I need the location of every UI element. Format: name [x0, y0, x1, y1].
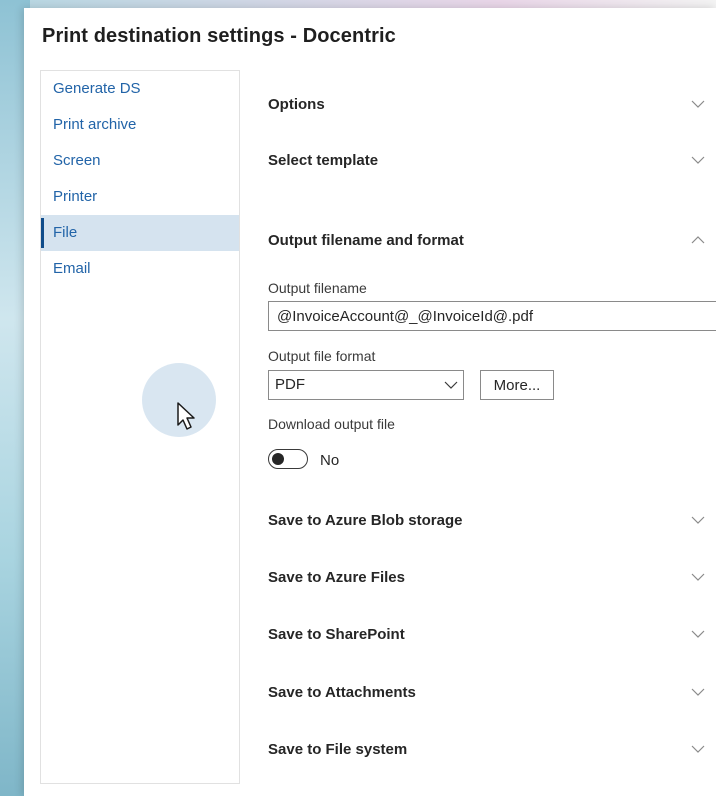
chevron-down-icon	[691, 745, 705, 753]
chevron-down-icon	[691, 688, 705, 696]
section-sharepoint-label: Save to SharePoint	[268, 625, 405, 643]
nav-item-print-archive[interactable]: Print archive	[41, 107, 239, 143]
section-output-filename-format[interactable]: Output filename and format	[268, 220, 716, 260]
chevron-down-icon	[691, 630, 705, 638]
chevron-down-icon	[691, 156, 705, 164]
output-format-value: PDF	[275, 376, 305, 393]
section-options-label: Options	[268, 95, 325, 113]
chevron-down-icon	[691, 100, 705, 108]
section-azure-files[interactable]: Save to Azure Files	[268, 557, 716, 597]
nav-item-file[interactable]: File	[41, 215, 239, 251]
output-filename-input[interactable]	[268, 301, 716, 331]
section-file-system[interactable]: Save to File system	[268, 729, 716, 769]
section-file-system-label: Save to File system	[268, 740, 408, 758]
output-filename-label: Output filename	[268, 280, 367, 296]
section-attachments[interactable]: Save to Attachments	[268, 672, 716, 712]
output-format-select[interactable]: PDF	[268, 370, 464, 400]
mouse-cursor-icon	[177, 402, 195, 430]
output-format-label: Output file format	[268, 348, 376, 364]
chevron-down-icon	[691, 516, 705, 524]
section-azure-blob[interactable]: Save to Azure Blob storage	[268, 500, 716, 540]
chevron-down-icon	[691, 573, 705, 581]
section-attachments-label: Save to Attachments	[268, 683, 416, 701]
nav-item-email[interactable]: Email	[41, 251, 239, 287]
nav-item-printer[interactable]: Printer	[41, 179, 239, 215]
nav-item-generate-ds[interactable]: Generate DS	[41, 71, 239, 107]
print-destination-dialog: Print destination settings - Docentric G…	[24, 8, 716, 796]
toggle-knob	[272, 453, 284, 465]
section-select-template[interactable]: Select template	[268, 140, 716, 180]
section-select-template-label: Select template	[268, 151, 379, 169]
chevron-up-icon	[691, 236, 705, 244]
dialog-title: Print destination settings - Docentric	[42, 25, 396, 47]
nav-item-screen[interactable]: Screen	[41, 143, 239, 179]
more-button[interactable]: More...	[480, 370, 554, 400]
download-output-toggle[interactable]	[268, 449, 308, 469]
download-output-label: Download output file	[268, 416, 395, 432]
section-azure-blob-label: Save to Azure Blob storage	[268, 511, 463, 529]
section-output-label: Output filename and format	[268, 231, 464, 249]
chevron-down-icon	[444, 381, 458, 389]
download-output-toggle-text: No	[320, 452, 340, 469]
section-azure-files-label: Save to Azure Files	[268, 568, 405, 586]
destination-nav: Generate DS Print archive Screen Printer…	[40, 70, 240, 784]
section-options[interactable]: Options	[268, 84, 716, 124]
section-sharepoint[interactable]: Save to SharePoint	[268, 614, 716, 654]
